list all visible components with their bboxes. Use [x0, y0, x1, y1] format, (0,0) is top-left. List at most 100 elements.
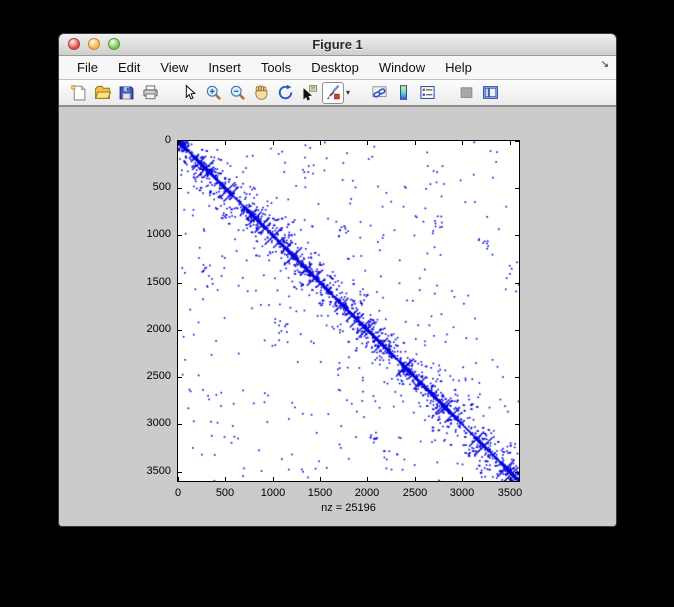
x-tick [415, 477, 416, 481]
menu-tools[interactable]: Tools [251, 60, 301, 75]
zoom-out-icon [229, 84, 246, 101]
zoom-in-icon [205, 84, 222, 101]
minimize-button[interactable] [88, 38, 100, 50]
hide-plot-tools-icon [458, 84, 475, 101]
y-tick [515, 141, 519, 142]
x-tick-label: 2000 [345, 487, 389, 499]
show-plot-tools-dock-icon [482, 84, 499, 101]
zoom-in-button[interactable] [202, 82, 224, 104]
zoom-button[interactable] [108, 38, 120, 50]
y-tick [178, 235, 182, 236]
x-tick [462, 477, 463, 481]
y-tick [515, 188, 519, 189]
print-figure-icon [142, 84, 159, 101]
x-tick [320, 141, 321, 145]
y-tick [178, 141, 182, 142]
y-tick [178, 424, 182, 425]
figure-window: Figure 1 FileEditViewInsertToolsDesktopW… [58, 33, 617, 527]
zoom-out-button[interactable] [226, 82, 248, 104]
x-tick-label: 3000 [440, 487, 484, 499]
x-tick-label: 500 [203, 487, 247, 499]
pan-hand-icon [253, 84, 270, 101]
rotate-3d-button[interactable] [274, 82, 296, 104]
y-tick [515, 235, 519, 236]
rotate-3d-icon [277, 84, 294, 101]
brush-icon [325, 84, 342, 101]
print-figure-button[interactable] [139, 82, 161, 104]
x-tick [273, 477, 274, 481]
menubar: FileEditViewInsertToolsDesktopWindowHelp… [59, 56, 616, 80]
y-tick [178, 472, 182, 473]
menu-view[interactable]: View [150, 60, 198, 75]
data-cursor-icon [301, 84, 318, 101]
menu-desktop[interactable]: Desktop [301, 60, 369, 75]
pan-hand-button[interactable] [250, 82, 272, 104]
edit-plot-icon [181, 84, 198, 101]
colorbar-icon [395, 84, 412, 101]
y-tick [178, 330, 182, 331]
x-tick [367, 477, 368, 481]
x-tick-label: 3500 [488, 487, 532, 499]
menu-items: FileEditViewInsertToolsDesktopWindowHelp [67, 60, 482, 75]
menu-insert[interactable]: Insert [198, 60, 251, 75]
save-figure-button[interactable] [115, 82, 137, 104]
y-tick-label: 2000 [131, 323, 171, 335]
y-tick-label: 1000 [131, 228, 171, 240]
y-tick-label: 3000 [131, 417, 171, 429]
y-tick-label: 1500 [131, 276, 171, 288]
x-tick [225, 141, 226, 145]
menu-edit[interactable]: Edit [108, 60, 150, 75]
y-tick-label: 3500 [131, 465, 171, 477]
axes: nz = 25196 05001000150020002500300035000… [177, 140, 520, 482]
new-figure-icon [70, 84, 87, 101]
window-title: Figure 1 [59, 34, 616, 55]
menu-overflow-arrow-icon[interactable]: ↘ [601, 59, 609, 70]
y-tick [515, 472, 519, 473]
brush-button[interactable] [322, 82, 344, 104]
save-figure-icon [118, 84, 135, 101]
close-button[interactable] [68, 38, 80, 50]
x-tick-label: 0 [156, 487, 200, 499]
menu-file[interactable]: File [67, 60, 108, 75]
x-tick-label: 1500 [298, 487, 342, 499]
colorbar-button[interactable] [392, 82, 414, 104]
x-tick [415, 141, 416, 145]
x-tick [320, 477, 321, 481]
x-tick-label: 2500 [393, 487, 437, 499]
menu-help[interactable]: Help [435, 60, 482, 75]
show-plot-tools-dock-button[interactable] [479, 82, 501, 104]
spy-plot-canvas[interactable] [178, 141, 519, 481]
x-tick [510, 477, 511, 481]
link-plot-button[interactable] [368, 82, 390, 104]
x-tick [225, 477, 226, 481]
x-tick [178, 477, 179, 481]
x-tick [510, 141, 511, 145]
y-tick [515, 283, 519, 284]
y-tick [515, 377, 519, 378]
figure-toolbar: ▾ [59, 80, 616, 107]
y-tick [515, 330, 519, 331]
link-plot-icon [371, 84, 388, 101]
x-tick-label: 1000 [251, 487, 295, 499]
open-file-button[interactable] [91, 82, 113, 104]
x-axis-label: nz = 25196 [177, 502, 520, 514]
x-tick [367, 141, 368, 145]
y-tick [178, 377, 182, 378]
y-tick [515, 424, 519, 425]
x-tick [273, 141, 274, 145]
hide-plot-tools-button [455, 82, 477, 104]
data-cursor-button[interactable] [298, 82, 320, 104]
traffic-lights [68, 38, 120, 50]
y-tick-label: 0 [131, 134, 171, 146]
brush-dropdown-caret[interactable]: ▾ [346, 88, 350, 97]
open-file-icon [94, 84, 111, 101]
y-tick-label: 500 [131, 181, 171, 193]
x-tick [462, 141, 463, 145]
new-figure-button[interactable] [67, 82, 89, 104]
menu-window[interactable]: Window [369, 60, 435, 75]
figure-canvas-area: nz = 25196 05001000150020002500300035000… [59, 107, 617, 527]
titlebar[interactable]: Figure 1 [59, 34, 616, 56]
legend-button[interactable] [416, 82, 438, 104]
edit-plot-button[interactable] [178, 82, 200, 104]
legend-icon [419, 84, 436, 101]
